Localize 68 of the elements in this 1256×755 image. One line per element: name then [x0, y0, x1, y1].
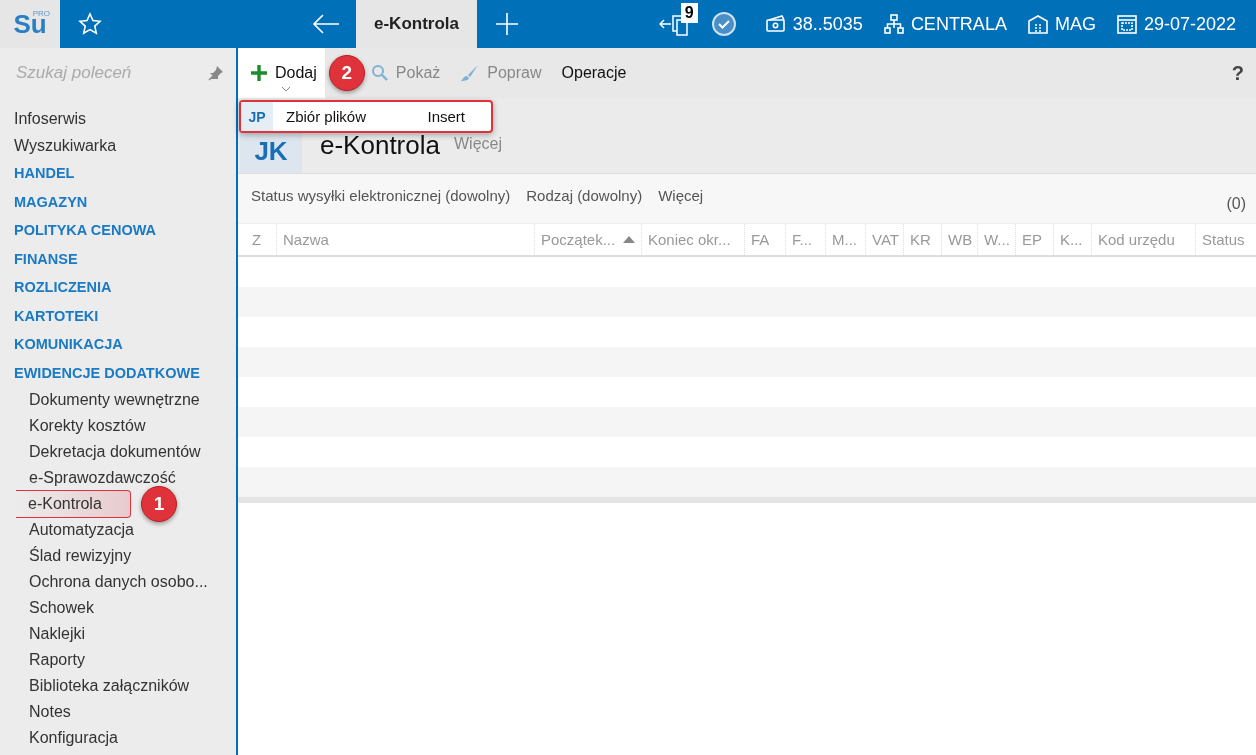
column-header[interactable]: FA [744, 224, 785, 255]
status-label[interactable]: 29-07-2022 [1143, 13, 1236, 35]
submenu-item[interactable]: Ślad rewizyjny [16, 542, 161, 570]
submenu-item[interactable]: Konfiguracja [16, 724, 147, 752]
menu-section[interactable]: MAGAZYN [0, 187, 236, 216]
help-button[interactable]: ? [1219, 48, 1256, 98]
column-header[interactable]: K... [1053, 224, 1091, 255]
hierarchy-icon [882, 13, 905, 35]
menu-section[interactable]: EWIDENCJE DODATKOWE [0, 358, 236, 387]
check-circle-icon[interactable] [710, 11, 737, 37]
submenu-item[interactable]: Raporty [16, 646, 115, 674]
menu-item[interactable]: Infoserwis [0, 105, 236, 132]
callout-badge: 1 [141, 486, 177, 522]
submenu-item[interactable]: Naklejki [16, 620, 114, 648]
pin-icon[interactable] [208, 65, 224, 81]
tab[interactable]: e-Kontrola [356, 0, 477, 48]
menu-item-icon: JP [241, 102, 273, 131]
operations-button[interactable]: Operacje [549, 48, 635, 98]
caret-icon [281, 86, 292, 92]
shortcut-label: Insert [427, 108, 465, 125]
column-header[interactable]: F... [785, 224, 825, 255]
callout-badge: 2 [328, 55, 365, 91]
page-title: e-Kontrola [320, 131, 440, 159]
record-count: (0) [1226, 194, 1246, 213]
status-label[interactable]: 38..5035 [792, 13, 863, 35]
menu-section[interactable]: KOMUNIKACJA [0, 330, 236, 359]
more-link[interactable]: Więcej [453, 135, 502, 153]
banknotes-icon [764, 13, 787, 35]
filter-link[interactable]: Status wysyłki elektronicznej (dowolny) [251, 187, 511, 204]
column-header[interactable]: Kod urzędu [1091, 224, 1195, 255]
search-field[interactable]: Szukaj poleceń [14, 62, 202, 84]
sort-arrow-icon [623, 236, 636, 243]
column-header[interactable]: EP [1015, 224, 1053, 255]
column-header[interactable]: KR [903, 224, 941, 255]
status-label[interactable]: MAG [1054, 13, 1096, 35]
column-header[interactable]: VAT [865, 224, 903, 255]
submenu-item[interactable]: Korekty kosztów [16, 412, 175, 440]
submenu-item[interactable]: Notes [16, 698, 100, 726]
search-icon [370, 64, 389, 82]
column-header[interactable]: Początek... [534, 224, 641, 255]
menu-section[interactable]: POLITYKA CENOWA [0, 216, 236, 245]
submenu-item[interactable]: e-Kontrola [16, 490, 131, 518]
column-header[interactable]: Status [1195, 224, 1254, 255]
submenu-item[interactable]: Ochrona danych osobo... [16, 568, 237, 596]
submenu-item[interactable]: Schowek [16, 594, 123, 622]
add-button[interactable]: Dodaj [238, 48, 325, 98]
submenu-item[interactable]: Dekretacja dokumentów [16, 438, 230, 466]
menu-section[interactable]: FINANSE [0, 244, 236, 273]
filter-link[interactable]: Rodzaj (dowolny) [526, 187, 643, 204]
column-header[interactable]: W... [977, 224, 1015, 255]
column-header[interactable]: Z [238, 224, 276, 255]
calendar-icon [1115, 13, 1138, 35]
menu-section[interactable]: KARTOTEKI [0, 301, 236, 330]
menu-section[interactable]: ROZLICZENIA [0, 273, 236, 302]
submenu-item[interactable]: Biblioteka załączników [16, 672, 219, 700]
column-header[interactable]: Nazwa [276, 224, 534, 255]
menu-section[interactable]: HANDEL [0, 159, 236, 188]
filter-link[interactable]: Więcej [658, 187, 704, 204]
column-header[interactable]: Koniec okr... [641, 224, 744, 255]
submenu-item[interactable]: Dokumenty wewnętrzne [16, 386, 229, 414]
count-badge: 9 [680, 3, 698, 23]
column-header[interactable]: M... [825, 224, 865, 255]
app-logo[interactable]: SuPRO [0, 0, 60, 48]
building-icon [1026, 13, 1049, 35]
status-label[interactable]: CENTRALA [910, 13, 1007, 35]
menu-item[interactable]: Wyszukiwarka [0, 132, 236, 159]
plus-icon [250, 64, 268, 82]
column-header[interactable]: WB [941, 224, 977, 255]
